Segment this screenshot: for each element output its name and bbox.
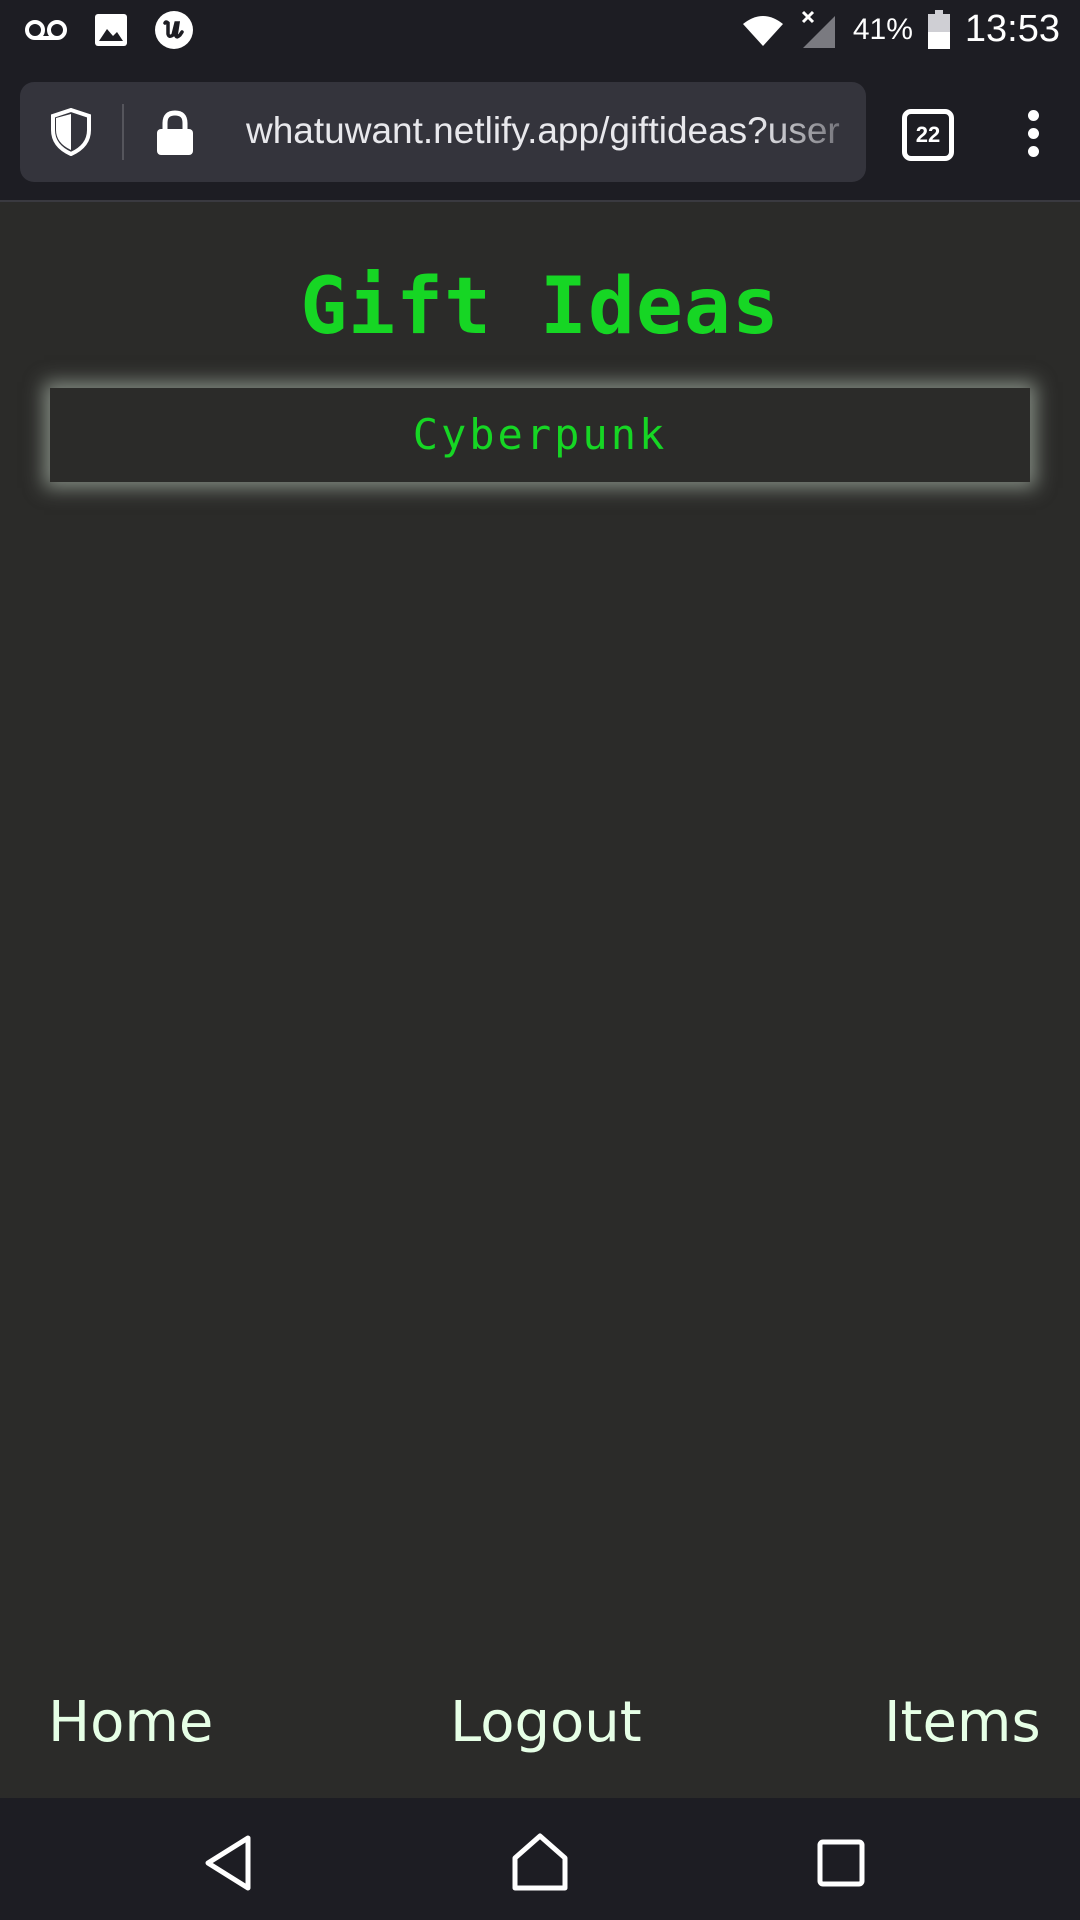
clock: 13:53 (964, 8, 1060, 50)
bottom-nav: Home Logout Items (0, 1690, 1080, 1780)
shield-icon[interactable] (50, 108, 92, 156)
voicemail-icon (25, 20, 67, 40)
image-icon (95, 14, 127, 46)
gift-idea-card[interactable]: Cyberpunk (50, 388, 1030, 482)
app-root: 41% 13:53 whatuwant.netlify.app/giftidea… (0, 0, 1080, 1920)
notification-icons (24, 10, 194, 50)
gift-idea-label: Cyberpunk (412, 410, 668, 459)
tab-switcher-button[interactable]: 22 (902, 109, 954, 161)
nav-logout-link[interactable]: Logout (450, 1690, 642, 1755)
address-bar-divider (122, 104, 124, 160)
app-u-icon (155, 11, 193, 49)
recents-icon[interactable] (806, 1828, 876, 1898)
cell-signal-no-service-icon (801, 10, 835, 48)
nav-items-link[interactable]: Items (884, 1690, 1041, 1755)
wifi-icon (742, 15, 783, 46)
page-title: Gift Ideas (300, 262, 780, 352)
back-icon[interactable] (196, 1828, 266, 1898)
nav-home-link[interactable]: Home (48, 1690, 213, 1755)
system-status: 41% 13:53 (741, 8, 1060, 51)
status-bar: 41% 13:53 (0, 0, 1080, 62)
home-icon[interactable] (505, 1828, 575, 1898)
battery-icon (927, 9, 950, 49)
lock-icon[interactable] (156, 110, 194, 156)
url-text[interactable]: whatuwant.netlify.app/giftideas?user (246, 110, 866, 152)
system-navigation-bar (0, 1798, 1080, 1920)
overflow-menu-icon[interactable] (1020, 110, 1048, 158)
browser-toolbar: whatuwant.netlify.app/giftideas?user 22 (0, 62, 1080, 202)
battery-percent: 41% (852, 12, 913, 46)
address-bar[interactable]: whatuwant.netlify.app/giftideas?user (20, 82, 866, 182)
